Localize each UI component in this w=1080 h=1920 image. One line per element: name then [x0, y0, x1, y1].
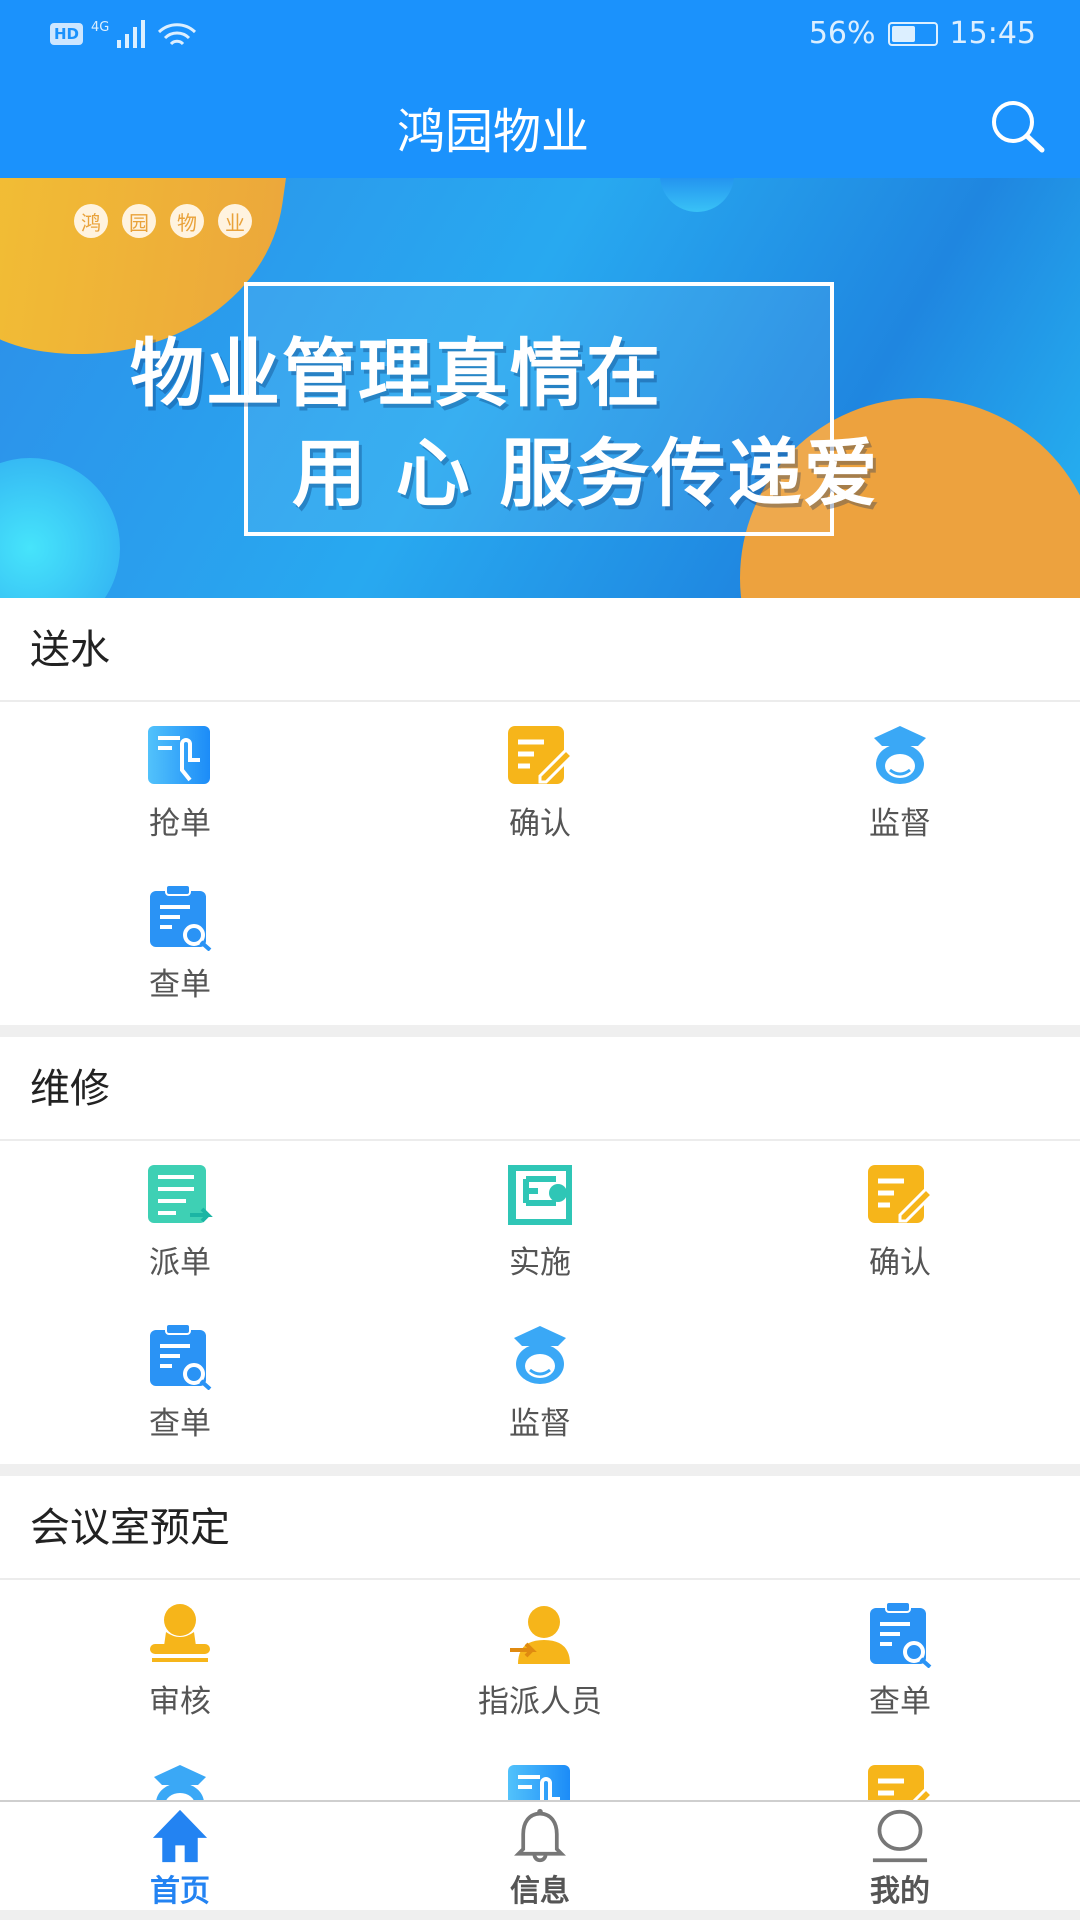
- assign-icon: [510, 1606, 570, 1664]
- tab-label: 信息: [510, 1874, 570, 1909]
- menu-item-grab-order[interactable]: 抢单: [0, 724, 360, 885]
- user-icon: [872, 1809, 928, 1863]
- menu-item-label: 查单: [149, 967, 211, 1003]
- section-title: 送水: [0, 598, 1080, 702]
- menu-item-label: 确认: [869, 1245, 931, 1281]
- hd-icon: HD: [50, 23, 84, 45]
- bottom-tab-bar: 首页 信息 我的: [0, 1800, 1080, 1910]
- section-water: 送水 抢单 确认 监督查单: [0, 598, 1080, 1025]
- check-order-icon: [150, 1324, 212, 1390]
- menu-item-supervise[interactable]: 监督: [360, 1324, 720, 1485]
- app-header: HD 4G 56% 15:45 鸿园物业: [0, 0, 1080, 178]
- clock: 15:45: [949, 16, 1036, 51]
- confirm-icon: [868, 1165, 935, 1223]
- tab-home[interactable]: 首页: [0, 1802, 360, 1910]
- battery-percent: 56%: [808, 16, 876, 51]
- menu-item-label: 查单: [149, 1406, 211, 1442]
- bell-icon: [514, 1808, 566, 1863]
- menu-item-check-order[interactable]: 查单: [0, 885, 360, 1046]
- section-meeting-room: 会议室预定 审核 指派人员 查单: [0, 1476, 1080, 1806]
- battery-icon: [887, 21, 938, 46]
- confirm-icon: [508, 726, 575, 784]
- section-repair: 维修 派单 实施 确认查单 监督: [0, 1037, 1080, 1464]
- badge-char: 物: [170, 204, 204, 238]
- menu-item-label: 确认: [509, 806, 571, 842]
- banner-logo-badges: 鸿园物业: [74, 204, 252, 238]
- review-icon: [150, 1604, 210, 1662]
- menu-item-label: 监督: [869, 806, 931, 842]
- tab-profile[interactable]: 我的: [720, 1802, 1080, 1910]
- menu-item-check-order[interactable]: 查单: [720, 1602, 1080, 1763]
- check-order-icon: [150, 885, 212, 951]
- menu-item-implement[interactable]: 实施: [360, 1163, 720, 1324]
- menu-item-label: 实施: [509, 1245, 571, 1281]
- menu-item-label: 抢单: [149, 806, 211, 842]
- menu-item-label: 派单: [149, 1245, 211, 1281]
- menu-item-review[interactable]: 审核: [0, 1602, 360, 1763]
- dispatch-icon: [148, 1165, 213, 1223]
- section-title: 会议室预定: [0, 1476, 1080, 1580]
- status-bar: HD 4G 56% 15:45: [0, 0, 1080, 70]
- section-title: 维修: [0, 1037, 1080, 1141]
- menu-item-assign[interactable]: 指派人员: [360, 1602, 720, 1763]
- menu-item-label: 查单: [869, 1684, 931, 1720]
- implement-icon: [508, 1165, 572, 1225]
- badge-char: 园: [122, 204, 156, 238]
- menu-item-label: 审核: [149, 1684, 211, 1720]
- supervise-icon: [514, 1326, 566, 1384]
- menu-item-label: 监督: [509, 1406, 571, 1442]
- promo-banner[interactable]: 鸿园物业 物业管理真情在 用 心 服务传递爱: [0, 178, 1080, 598]
- wifi-icon: [158, 23, 197, 46]
- badge-char: 业: [218, 204, 252, 238]
- menu-item-check-order[interactable]: 查单: [0, 1324, 360, 1485]
- search-icon[interactable]: [988, 98, 1048, 154]
- supervise-icon: [874, 726, 926, 784]
- banner-slogan-2: 用 心 服务传递爱: [292, 431, 880, 517]
- grab-order-icon: [148, 726, 210, 784]
- menu-item-supervise[interactable]: 监督: [720, 724, 1080, 885]
- menu-item-label: 指派人员: [478, 1684, 602, 1720]
- signal-icon: [117, 20, 146, 48]
- tab-label: 首页: [150, 1874, 210, 1909]
- home-icon: [152, 1809, 208, 1863]
- banner-slogan-1: 物业管理真情在: [130, 331, 662, 417]
- tab-label: 我的: [870, 1874, 930, 1909]
- menu-item-dispatch[interactable]: 派单: [0, 1163, 360, 1324]
- network-type: 4G: [91, 20, 110, 35]
- check-order-icon: [870, 1602, 932, 1668]
- page-title: 鸿园物业: [396, 104, 589, 160]
- tab-messages[interactable]: 信息: [360, 1802, 720, 1910]
- menu-item-confirm[interactable]: 确认: [360, 724, 720, 885]
- badge-char: 鸿: [74, 204, 108, 238]
- menu-item-confirm[interactable]: 确认: [720, 1163, 1080, 1324]
